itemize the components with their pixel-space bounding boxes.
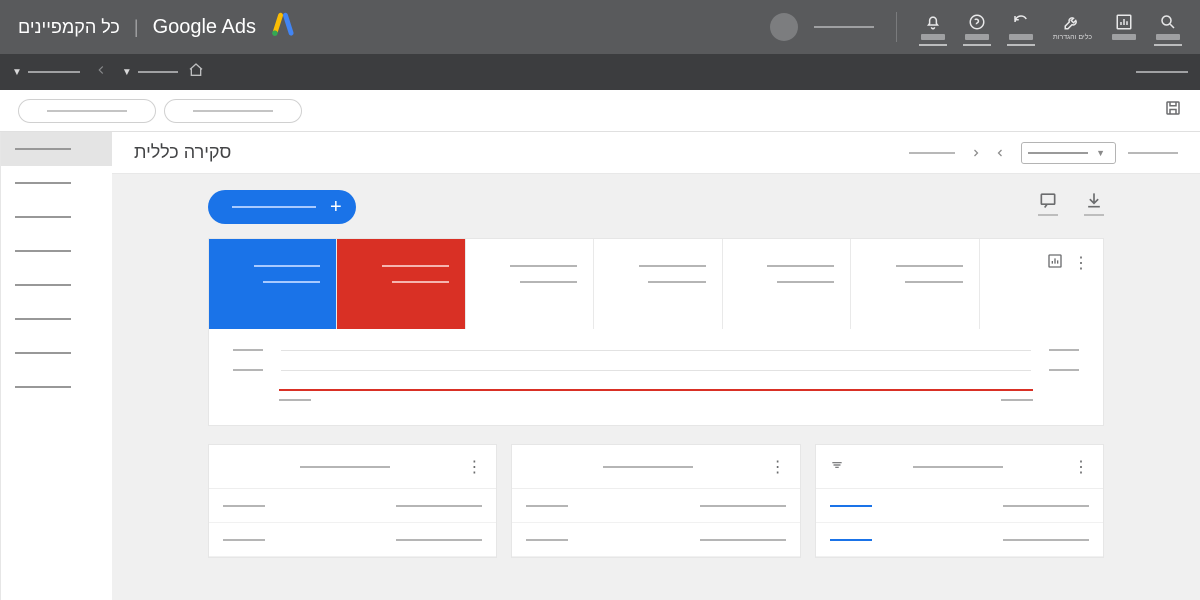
sidebar-item-overview[interactable] [1,132,112,166]
home-icon[interactable] [188,62,204,83]
list-item[interactable] [816,489,1103,523]
compare-label [1128,152,1178,154]
search-icon [1158,12,1178,32]
breadcrumb-level-1[interactable]: ▼ [122,67,178,78]
breadcrumb-level-2[interactable]: ▼ [12,67,80,78]
scope-label[interactable]: כל הקמפיינים [18,17,120,38]
product-name: Google Ads [153,16,256,39]
reports-button[interactable] [1110,8,1138,46]
date-range-selector[interactable]: ▼ [1021,142,1116,164]
plus-icon: + [330,196,342,219]
sidebar-item-6[interactable] [1,302,112,336]
tools-button[interactable]: כלים והגדרות [1051,8,1094,47]
filter-bar [0,90,1200,132]
sidebar-item-7[interactable] [1,336,112,370]
refresh-button[interactable] [1007,8,1035,46]
sidebar [0,132,112,600]
kebab-icon[interactable]: ⋮ [1073,253,1089,273]
expand-chart-icon[interactable] [1047,253,1063,274]
notifications-button[interactable] [919,8,947,46]
metric-tile-6[interactable] [850,239,978,329]
metric-controls: ⋮ [979,239,1103,329]
sidebar-item-2[interactable] [1,166,112,200]
list-item[interactable] [209,523,496,557]
google-ads-logo-icon [270,12,296,43]
page-title: סקירה כללית [134,142,231,163]
refresh-icon [1011,12,1031,32]
breadcrumb-bar: ▼ ▼ [0,54,1200,90]
kebab-icon[interactable]: ⋮ [1073,457,1089,477]
search-button[interactable] [1154,8,1182,46]
list-item[interactable] [816,523,1103,557]
sidebar-item-4[interactable] [1,234,112,268]
metric-tile-5[interactable] [722,239,850,329]
chart-area [209,329,1103,425]
summary-card-3: ⋮ [815,444,1104,558]
metric-tile-1[interactable] [209,239,336,329]
main-content: סקירה כללית ▼ + [112,132,1200,600]
sidebar-item-5[interactable] [1,268,112,302]
metric-tile-2[interactable] [336,239,464,329]
page-header: סקירה כללית ▼ [112,132,1200,174]
metric-tile-3[interactable] [465,239,593,329]
summary-card-2: ⋮ [511,444,800,558]
chart-series-line [279,389,1033,391]
download-button[interactable] [1084,190,1104,216]
kebab-icon[interactable]: ⋮ [466,457,482,477]
sidebar-item-8[interactable] [1,370,112,404]
summary-cards-row: ⋮ ⋮ ⋮ [208,444,1104,558]
filter-pill-1[interactable] [164,99,302,123]
account-label[interactable] [814,26,874,28]
list-item[interactable] [209,489,496,523]
metric-tile-4[interactable] [593,239,721,329]
separator: | [134,17,139,38]
breadcrumb-info [1136,71,1188,73]
list-item[interactable] [512,489,799,523]
header-extra [909,152,955,154]
kebab-icon[interactable]: ⋮ [770,457,786,477]
chevron-left-icon [94,63,108,82]
help-button[interactable] [963,8,991,46]
top-bar: Google Ads | כל הקמפיינים כלים והגדרות [0,0,1200,54]
feedback-button[interactable] [1038,190,1058,216]
help-icon [967,12,987,32]
sort-icon[interactable] [830,458,844,475]
bell-icon [923,12,943,32]
sidebar-item-3[interactable] [1,200,112,234]
next-period-button[interactable] [967,144,985,162]
list-item[interactable] [512,523,799,557]
filter-pill-2[interactable] [18,99,156,123]
chart-icon [1114,12,1134,32]
avatar[interactable] [770,13,798,41]
save-icon[interactable] [1164,104,1182,121]
summary-card-1: ⋮ [208,444,497,558]
performance-card: ⋮ [208,238,1104,426]
new-campaign-button[interactable]: + [208,190,356,224]
prev-period-button[interactable] [991,144,1009,162]
wrench-icon [1062,12,1082,32]
tools-label: כלים והגדרות [1053,34,1092,41]
caret-down-icon: ▼ [1096,148,1105,158]
